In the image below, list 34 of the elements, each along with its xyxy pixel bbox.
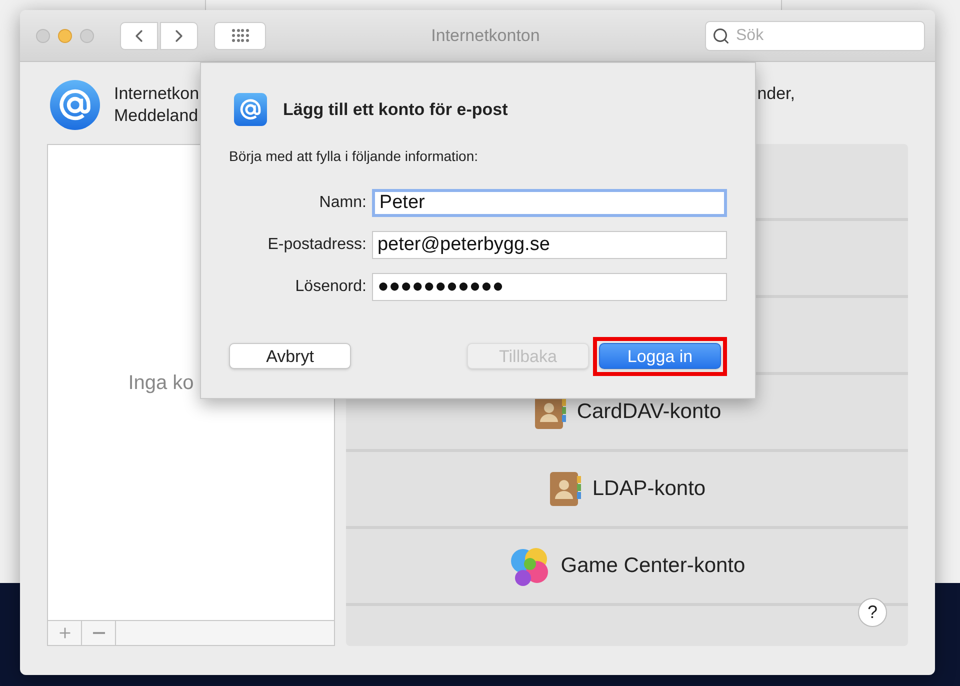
field-label: E-postadress: xyxy=(266,235,366,255)
button[interactable]: Avbryt xyxy=(229,343,351,369)
minimize-button[interactable] xyxy=(58,28,72,42)
text-field[interactable]: ●●●●●●●●●●● xyxy=(372,273,727,301)
colored-bubbles-icon xyxy=(508,545,551,587)
button[interactable]: Logga in xyxy=(599,343,721,369)
dialog-title: Lägg till ett konto för e-post xyxy=(283,98,508,121)
search-field[interactable]: Sök xyxy=(705,20,925,50)
description-text: Meddeland xyxy=(114,105,200,127)
provider-row[interactable]: LDAP-konto xyxy=(346,452,908,529)
plus-icon xyxy=(56,625,72,641)
grid-button[interactable] xyxy=(214,22,266,50)
field-label: Lösenord: xyxy=(294,277,366,297)
field-label: Namn: xyxy=(318,193,366,213)
intro-text: Börja med att fylla i följande information: xyxy=(229,147,480,166)
text-field[interactable]: Peter xyxy=(372,189,727,217)
zoom-button[interactable] xyxy=(80,28,94,42)
text-field[interactable]: peter@peterbygg.se xyxy=(372,231,727,259)
description-text: nder, xyxy=(757,83,795,106)
minus-icon xyxy=(92,632,104,634)
description-text: Internetkon xyxy=(114,83,200,105)
provider-label: LDAP-konto xyxy=(592,476,706,502)
at-sign-icon xyxy=(234,93,267,126)
provider-label: Game Center-konto xyxy=(560,553,746,580)
window-title: Internetkonton xyxy=(430,24,541,47)
close-button[interactable] xyxy=(36,28,50,42)
back-button[interactable] xyxy=(120,22,158,50)
address-book-icon xyxy=(548,471,582,507)
empty-list-text: Inga ko xyxy=(128,370,194,396)
at-sign-icon xyxy=(50,80,100,130)
search-icon xyxy=(712,26,730,44)
provider-label: CardDAV-konto xyxy=(576,399,722,426)
provider-row[interactable]: Game Center-konto xyxy=(346,529,908,606)
forward-button[interactable] xyxy=(160,22,198,50)
